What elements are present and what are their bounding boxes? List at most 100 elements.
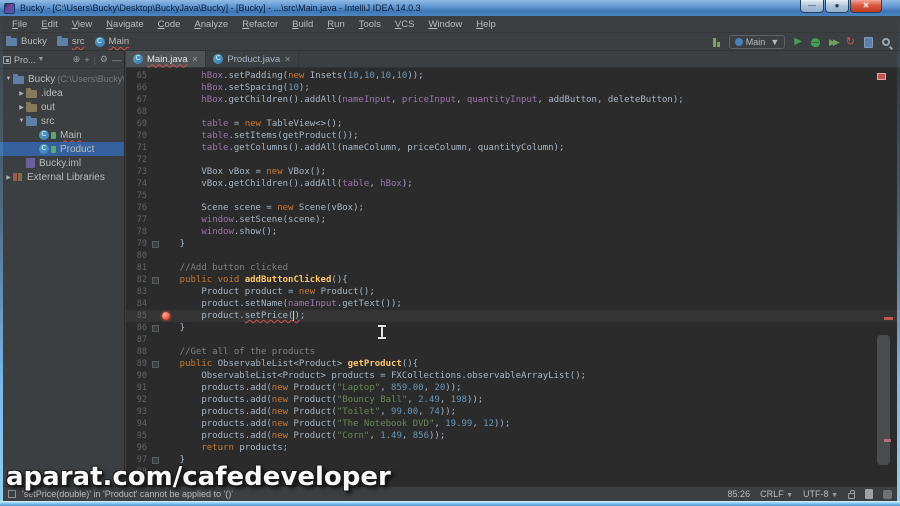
code-line-69[interactable]: 69 table = new TableView<>(); (126, 118, 900, 130)
tree-item-bucky-iml[interactable]: Bucky.iml (0, 156, 124, 170)
divider: | (93, 54, 96, 65)
close-icon[interactable]: ✕ (284, 55, 291, 64)
error-stripe-mark[interactable] (884, 317, 893, 320)
locate-file-icon[interactable]: ⊕ (73, 54, 81, 65)
code-line-79[interactable]: 79 } (126, 238, 900, 250)
tree-item--idea[interactable]: ▶ .idea (0, 86, 124, 100)
close-button[interactable]: ✕ (850, 0, 882, 13)
code-line-72[interactable]: 72 (126, 154, 900, 166)
menu-edit[interactable]: Edit (34, 17, 64, 32)
code-line-76[interactable]: 76 Scene scene = new Scene(vBox); (126, 202, 900, 214)
tree-item-out[interactable]: ▶ out (0, 100, 124, 114)
minimize-button[interactable]: — (800, 0, 824, 13)
line-number: 67 (126, 94, 152, 106)
collapse-all-icon[interactable]: + (84, 55, 89, 65)
chevron-down-icon[interactable]: ▼ (38, 56, 45, 63)
tab-product-java[interactable]: C Product.java ✕ (206, 51, 299, 67)
expander-icon[interactable]: ▶ (4, 174, 13, 181)
code-line-71[interactable]: 71 table.getColumns().addAll(nameColumn,… (126, 142, 900, 154)
line-ending-select[interactable]: CRLF ▼ (760, 489, 793, 499)
code-line-83[interactable]: 83 Product product = new Product(); (126, 286, 900, 298)
crumb-main[interactable]: C Main (94, 36, 129, 47)
menu-file[interactable]: File (5, 17, 34, 32)
error-lightbulb-icon[interactable] (162, 312, 170, 320)
toolwindow-toggle-icon[interactable] (712, 37, 720, 47)
menu-navigate[interactable]: Navigate (99, 17, 151, 32)
tree-item-external-libraries[interactable]: ▶ External Libraries (0, 170, 124, 184)
code-line-84[interactable]: 84 product.setName(nameInput.getText()); (126, 298, 900, 310)
search-everywhere-button[interactable] (882, 38, 890, 46)
code-editor[interactable]: 65 hBox.setPadding(new Insets(10,10,10,1… (126, 68, 900, 486)
editor-scrollbar[interactable] (877, 335, 890, 465)
tree-item-main[interactable]: C Main (0, 128, 124, 142)
code-line-88[interactable]: 88 //Get all of the products (126, 346, 900, 358)
run-button[interactable]: ▶ (794, 37, 802, 47)
code-line-85[interactable]: 85 product.setPrice(); (126, 310, 900, 322)
code-line-67[interactable]: 67 hBox.getChildren().addAll(nameInput, … (126, 94, 900, 106)
tree-item-bucky[interactable]: ▼ Bucky (C:\Users\Bucky\ (0, 72, 124, 86)
debug-button[interactable] (810, 37, 820, 47)
code-line-66[interactable]: 66 hBox.setSpacing(10); (126, 82, 900, 94)
code-line-70[interactable]: 70 table.setItems(getProduct()); (126, 130, 900, 142)
crumb-bucky[interactable]: Bucky (6, 36, 47, 47)
code-line-68[interactable]: 68 (126, 106, 900, 118)
crumb-src[interactable]: src (56, 36, 85, 47)
code-text: product.setPrice(); (158, 310, 306, 321)
tree-item-product[interactable]: C Product (0, 142, 124, 156)
lock-icon[interactable] (848, 489, 855, 499)
code-line-75[interactable]: 75 (126, 190, 900, 202)
line-number: 80 (126, 250, 152, 262)
menu-code[interactable]: Code (151, 17, 188, 32)
gear-icon[interactable]: ⚙ (100, 54, 108, 65)
inspections-icon[interactable] (865, 489, 873, 499)
line-number: 82 (126, 274, 152, 286)
code-line-90[interactable]: 90 ObservableList<Product> products = FX… (126, 370, 900, 382)
menu-help[interactable]: Help (469, 17, 503, 32)
code-line-82[interactable]: 82 public void addButtonClicked(){ (126, 274, 900, 286)
code-line-81[interactable]: 81 //Add button clicked (126, 262, 900, 274)
update-project-button[interactable]: ↻ (846, 37, 855, 48)
code-line-77[interactable]: 77 window.setScene(scene); (126, 214, 900, 226)
expander-icon[interactable]: ▶ (17, 90, 26, 97)
expander-icon[interactable]: ▼ (17, 118, 26, 124)
settings-button[interactable] (864, 36, 873, 48)
menu-view[interactable]: View (65, 17, 99, 32)
menu-vcs[interactable]: VCS (388, 17, 422, 32)
code-line-73[interactable]: 73 VBox vBox = new VBox(); (126, 166, 900, 178)
code-line-91[interactable]: 91 products.add(new Product("Laptop", 85… (126, 382, 900, 394)
expander-icon[interactable]: ▼ (4, 76, 13, 82)
menu-refactor[interactable]: Refactor (235, 17, 285, 32)
fold-marker (152, 418, 158, 430)
tab-main-java[interactable]: C Main.java ✕ (126, 51, 207, 67)
code-line-87[interactable]: 87 (126, 334, 900, 346)
close-icon[interactable]: ✕ (192, 55, 199, 64)
menu-analyze[interactable]: Analyze (187, 17, 235, 32)
code-line-65[interactable]: 65 hBox.setPadding(new Insets(10,10,10,1… (126, 70, 900, 82)
code-line-89[interactable]: 89 public ObservableList<Product> getPro… (126, 358, 900, 370)
tree-item-src[interactable]: ▼ src (0, 114, 124, 128)
menu-window[interactable]: Window (421, 17, 469, 32)
code-line-93[interactable]: 93 products.add(new Product("Toilet", 99… (126, 406, 900, 418)
hide-panel-icon[interactable]: — (112, 55, 121, 65)
code-line-74[interactable]: 74 vBox.getChildren().addAll(table, hBox… (126, 178, 900, 190)
code-line-96[interactable]: 96 return products; (126, 442, 900, 454)
expander-icon[interactable]: ▶ (17, 104, 26, 111)
code-line-95[interactable]: 95 products.add(new Product("Corn", 1.49… (126, 430, 900, 442)
line-number: 71 (126, 142, 152, 154)
code-line-92[interactable]: 92 products.add(new Product("Bouncy Ball… (126, 394, 900, 406)
code-line-78[interactable]: 78 window.show(); (126, 226, 900, 238)
menu-build[interactable]: Build (285, 17, 320, 32)
code-line-86[interactable]: 86 } (126, 322, 900, 334)
run-configuration-select[interactable]: Main ▼ (728, 35, 786, 49)
project-panel-title[interactable]: Pro... (14, 55, 36, 65)
code-line-94[interactable]: 94 products.add(new Product("The Noteboo… (126, 418, 900, 430)
code-line-80[interactable]: 80 (126, 250, 900, 262)
line-number: 74 (126, 178, 152, 190)
maximize-button[interactable]: ● (825, 0, 849, 13)
menu-tools[interactable]: Tools (352, 17, 388, 32)
run-with-coverage-button[interactable]: ▶▶ (829, 37, 840, 48)
menu-run[interactable]: Run (320, 17, 351, 32)
caret-position[interactable]: 85:26 (728, 489, 751, 499)
notifications-icon[interactable] (883, 489, 892, 499)
encoding-select[interactable]: UTF-8 ▼ (803, 489, 838, 499)
